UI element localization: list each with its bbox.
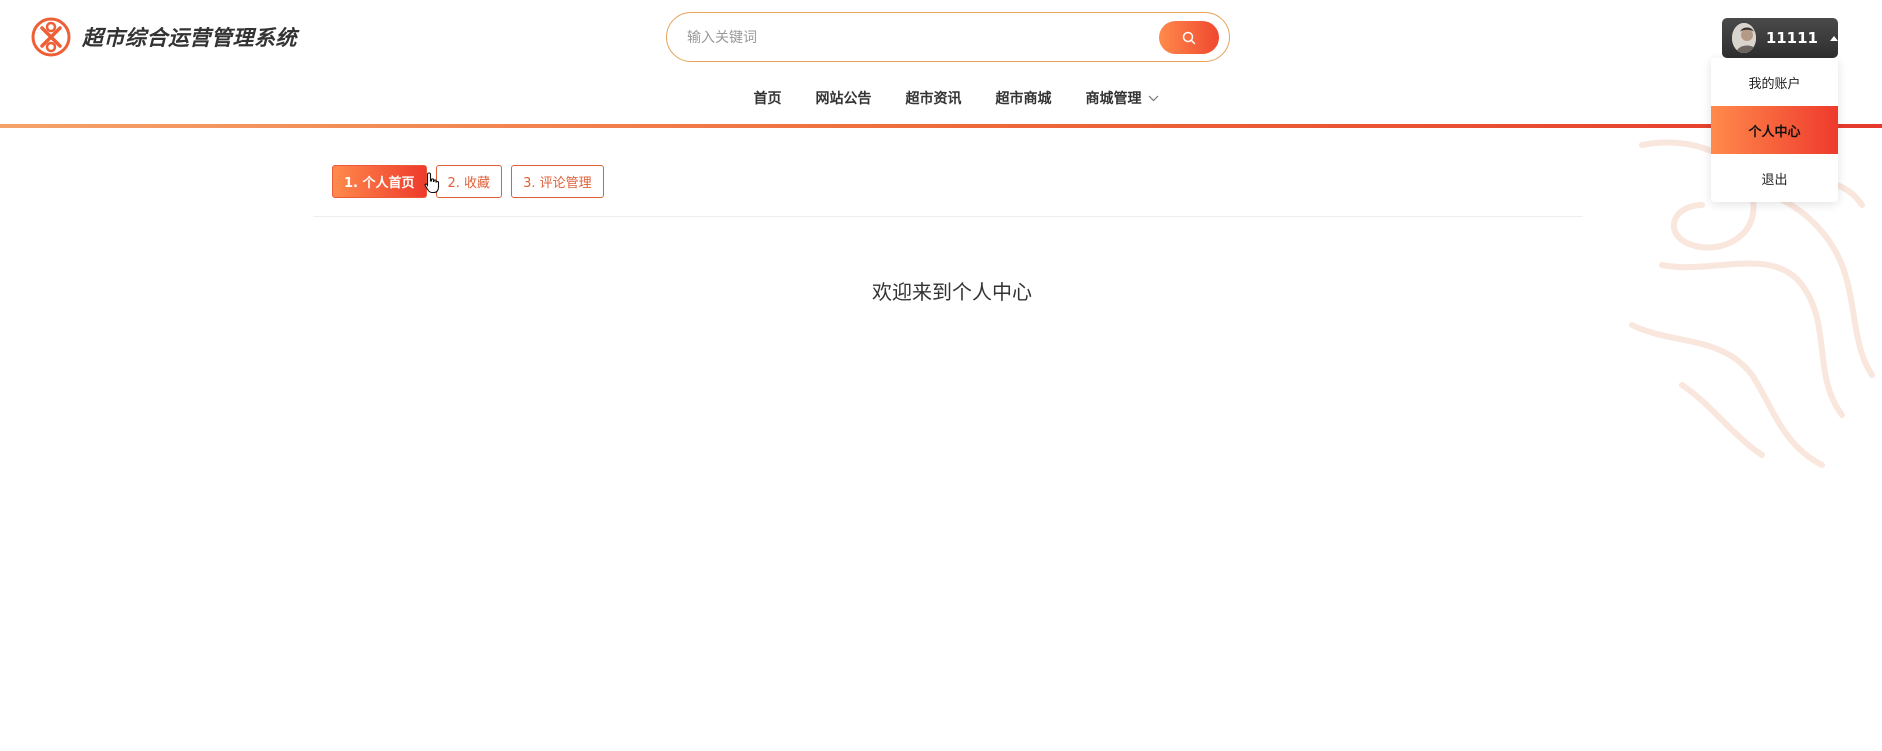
nav-item-label: 超市资讯 bbox=[905, 91, 962, 107]
dropdown-item-label: 我的账户 bbox=[1748, 76, 1801, 92]
app-title: 超市综合运营管理系统 bbox=[82, 26, 297, 50]
logo-icon bbox=[31, 17, 71, 57]
caret-up-icon bbox=[1830, 35, 1838, 41]
header: 超市综合运营管理系统 首页 网站公告 超市资讯 超市商城 商城管理 bbox=[0, 0, 1882, 128]
tab-label: 3. 评论管理 bbox=[523, 176, 592, 191]
dropdown-item-personal-center[interactable]: 个人中心 bbox=[1711, 106, 1838, 154]
nav-item-news[interactable]: 超市资讯 bbox=[906, 88, 962, 108]
tab-comment-management[interactable]: 3. 评论管理 bbox=[511, 165, 604, 198]
dropdown-item-label: 个人中心 bbox=[1748, 124, 1801, 140]
pointer-cursor-icon bbox=[424, 172, 440, 194]
user-menu-button[interactable]: 11111 bbox=[1722, 18, 1838, 58]
search-icon bbox=[1182, 31, 1196, 44]
center-tabs: 1. 个人首页 2. 收藏 3. 评论管理 bbox=[332, 165, 604, 198]
search-input[interactable] bbox=[687, 25, 1127, 51]
nav-item-home[interactable]: 首页 bbox=[754, 88, 782, 108]
avatar bbox=[1732, 23, 1756, 53]
dropdown-item-my-account[interactable]: 我的账户 bbox=[1711, 58, 1838, 106]
nav-item-label: 网站公告 bbox=[815, 91, 872, 107]
main-nav: 首页 网站公告 超市资讯 超市商城 商城管理 bbox=[0, 88, 1882, 108]
nav-item-label: 首页 bbox=[753, 91, 782, 107]
tab-label: 1. 个人首页 bbox=[344, 176, 415, 191]
header-accent-line bbox=[0, 124, 1882, 128]
tab-label: 2. 收藏 bbox=[447, 176, 491, 191]
user-name: 11111 bbox=[1765, 29, 1818, 47]
tab-personal-home[interactable]: 1. 个人首页 bbox=[332, 165, 427, 198]
logo[interactable]: 超市综合运营管理系统 bbox=[30, 16, 297, 58]
nav-item-mall-management[interactable]: 商城管理 bbox=[1086, 88, 1159, 108]
page: 超市综合运营管理系统 首页 网站公告 超市资讯 超市商城 商城管理 bbox=[0, 0, 1882, 751]
dropdown-item-label: 退出 bbox=[1761, 172, 1788, 188]
user-dropdown: 我的账户 个人中心 退出 bbox=[1711, 58, 1838, 202]
nav-item-label: 商城管理 bbox=[1085, 91, 1142, 107]
search-bar bbox=[666, 12, 1230, 62]
dropdown-item-logout[interactable]: 退出 bbox=[1711, 154, 1838, 202]
nav-item-mall[interactable]: 超市商城 bbox=[996, 88, 1052, 108]
welcome-message: 欢迎来到个人中心 bbox=[872, 280, 1032, 304]
nav-item-announcements[interactable]: 网站公告 bbox=[816, 88, 872, 108]
chevron-down-icon bbox=[1148, 95, 1158, 101]
tabs-divider bbox=[313, 216, 1583, 217]
tab-favorites[interactable]: 2. 收藏 bbox=[435, 165, 503, 198]
nav-item-label: 超市商城 bbox=[995, 91, 1052, 107]
search-button[interactable] bbox=[1159, 21, 1219, 54]
